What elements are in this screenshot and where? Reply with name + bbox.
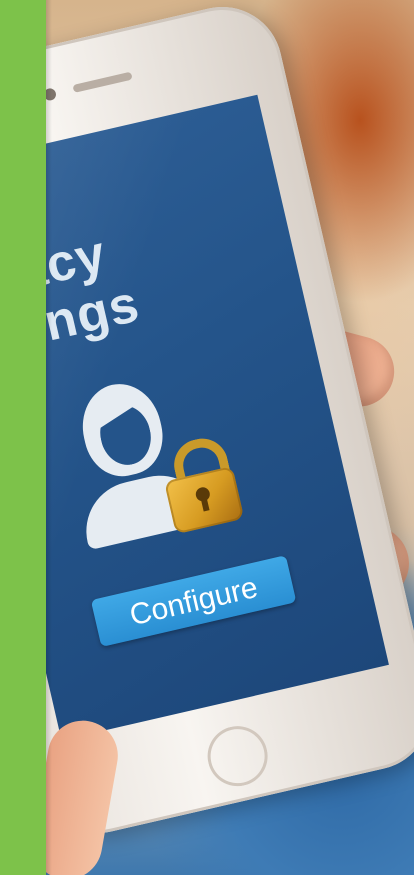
earpiece-speaker — [72, 71, 133, 93]
privacy-illustration — [54, 358, 268, 564]
padlock-icon — [156, 433, 245, 535]
configure-button[interactable]: Configure — [90, 555, 297, 647]
photo-scene: Privacy Settings Configure — [0, 0, 414, 875]
padlock-body — [163, 465, 245, 535]
accent-bar — [0, 0, 52, 875]
padlock-shackle — [168, 433, 234, 498]
user-avatar-body — [76, 465, 211, 551]
keyhole-icon — [194, 485, 212, 503]
home-button[interactable] — [202, 720, 274, 792]
user-avatar-icon — [73, 376, 171, 484]
